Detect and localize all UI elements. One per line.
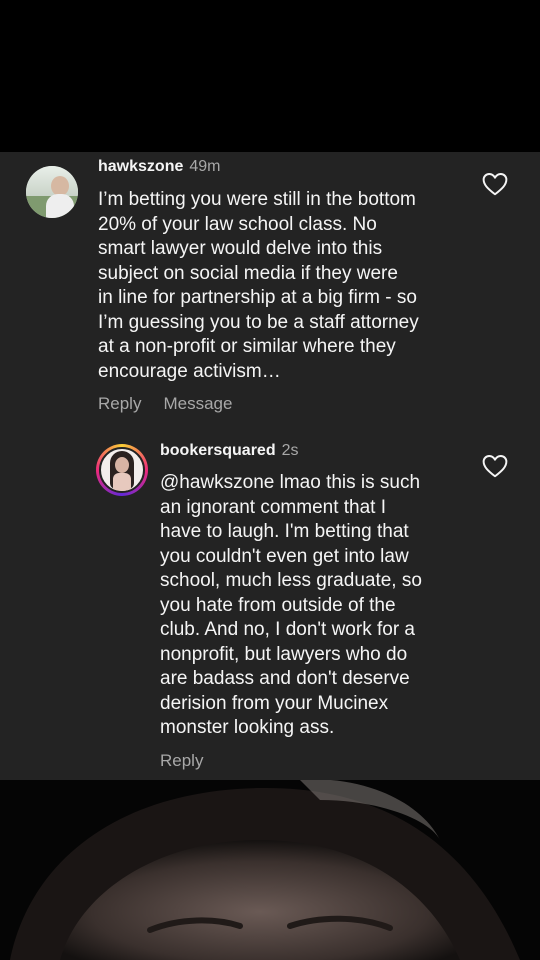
comment-text-line: 20% of your law school class. No (98, 213, 377, 235)
person-video-frame (0, 780, 540, 960)
video-overlay (0, 780, 540, 960)
username-link[interactable]: bookersquared (160, 442, 276, 459)
comment-text-line: nonprofit, but lawyers who do (160, 643, 408, 665)
heart-icon[interactable] (482, 454, 508, 478)
comment-text-line: have to laugh. I'm betting that (160, 521, 409, 542)
story-ring[interactable] (96, 444, 148, 496)
comment-text-line: you couldn't even get into law (160, 545, 409, 567)
avatar[interactable] (26, 166, 78, 218)
comment-text-line: are badass and don't deserve (160, 668, 410, 689)
avatar-head (51, 176, 69, 196)
comment-text: I’m betting you were still in the bottom… (98, 188, 470, 384)
avatar-clothing (113, 473, 131, 491)
comment-actions: Reply Message (98, 394, 254, 414)
comment-text-line: I’m betting you were still in the bottom (98, 189, 416, 210)
heart-icon[interactable] (482, 172, 508, 196)
comment-text: @hawkszone lmao this is such an ignorant… (160, 471, 460, 741)
comment-text-line: I’m guessing you to be a staff attorney (98, 311, 419, 333)
avatar[interactable] (99, 447, 145, 493)
comment-text-line: at a non-profit or similar where they (98, 336, 396, 357)
comment-text-line: @hawkszone lmao this is such (160, 472, 421, 493)
comment-text-line: derision from your Mucinex (160, 692, 389, 714)
comment-timestamp: 2s (281, 442, 299, 459)
comment-text-line: smart lawyer would delve into this (98, 238, 383, 259)
comment-text-line: you hate from outside of the (160, 594, 396, 616)
avatar-body (46, 194, 74, 218)
reply-button[interactable]: Reply (98, 394, 141, 413)
comment-text-line: subject on social media if they were (98, 262, 398, 284)
comment-timestamp: 49m (189, 158, 221, 175)
reply-button[interactable]: Reply (160, 751, 203, 770)
message-button[interactable]: Message (163, 394, 232, 413)
comment-header: bookersquared 2s (160, 442, 299, 460)
comment-actions: Reply (160, 751, 225, 771)
comment-text-line: in line for partnership at a big firm - … (98, 287, 417, 308)
comment-header: hawkszone 49m (98, 158, 220, 176)
comments-panel: hawkszone 49m I’m betting you were still … (0, 152, 540, 780)
comment-text-line: club. And no, I don't work for a (160, 619, 415, 640)
avatar-face (115, 457, 129, 473)
screen: hawkszone 49m I’m betting you were still … (0, 0, 540, 960)
comment-text-line: an ignorant comment that I (160, 496, 387, 518)
username-link[interactable]: hawkszone (98, 158, 183, 175)
comment-text-line: encourage activism… (98, 360, 281, 382)
comment-text-line: monster looking ass. (160, 717, 335, 738)
comment-text-line: school, much less graduate, so (160, 570, 422, 591)
